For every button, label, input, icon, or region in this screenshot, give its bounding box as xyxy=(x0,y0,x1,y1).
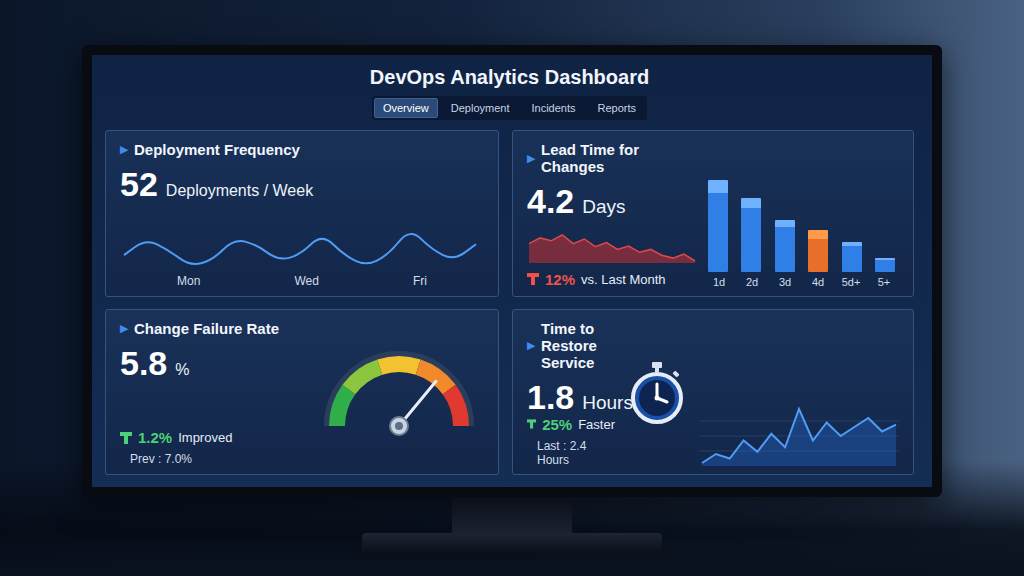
card-header: ▶ Change Failure Rate xyxy=(120,320,304,337)
trend-text: vs. Last Month xyxy=(581,272,666,287)
bar-chart: 1d 2d 3d 4d 5d+ 5+ xyxy=(704,180,899,288)
card-title: Lead Time for Changes xyxy=(541,141,694,175)
bar-label: 1d xyxy=(706,276,732,288)
stopwatch-icon xyxy=(625,360,689,426)
metric-unit: Hours xyxy=(582,392,633,414)
value-row: 52 Deployments / Week xyxy=(120,166,484,203)
metric-unit: Days xyxy=(582,196,625,218)
card-marker: ▶ xyxy=(527,152,535,165)
metric-value: 52 xyxy=(120,166,158,203)
card-title: Deployment Frequency xyxy=(134,141,300,158)
bar xyxy=(808,230,828,271)
tab[interactable]: Deployment xyxy=(442,98,519,118)
dashboard-title: DevOps Analytics Dashboard xyxy=(370,65,649,89)
bar xyxy=(775,220,795,272)
wave-chart xyxy=(120,224,480,270)
dashboard-header: DevOps Analytics Dashboard OverviewDeploy… xyxy=(105,65,914,120)
tab-bar: OverviewDeploymentIncidentsReports xyxy=(372,96,647,120)
card-marker: ▶ xyxy=(120,322,128,335)
card-title: Change Failure Rate xyxy=(134,320,279,337)
card-header: ▶ Deployment Frequency xyxy=(120,141,484,158)
axis-labels: Mon Wed Fri xyxy=(120,274,484,288)
trend-down-icon xyxy=(527,272,539,286)
last-note: Last : 2.4 Hours xyxy=(537,439,615,467)
dashboard-screen: DevOps Analytics DashboardOverviewDeploy… xyxy=(92,55,932,487)
trend-change: 25% xyxy=(542,416,572,433)
axis-label: Mon xyxy=(177,274,200,288)
metric-value: 1.8 xyxy=(527,379,574,416)
tab[interactable]: Overview xyxy=(374,98,438,118)
bar-label: 5d+ xyxy=(838,276,864,288)
bar-label: 4d xyxy=(805,276,831,288)
card-marker: ▶ xyxy=(120,143,128,156)
bar xyxy=(708,180,728,272)
trend-text: Improved xyxy=(178,430,232,445)
value-row: 1.8Hours xyxy=(527,379,615,416)
trend-row: 12% vs. Last Month xyxy=(527,271,694,288)
restore-line-chart xyxy=(699,406,899,466)
change-failure-card: ▶ Change Failure Rate 5.8% 1.2% Improved Prev… xyxy=(105,309,499,476)
restore-service-card: ▶Time to Restore Service1.8Hours25%Faste… xyxy=(512,309,914,476)
metric-unit: % xyxy=(175,361,189,379)
tab[interactable]: Reports xyxy=(589,98,646,118)
card-title: Time to Restore Service xyxy=(541,320,615,371)
card-header: ▶ Time to Restore Service xyxy=(527,320,615,371)
gauge-chart xyxy=(314,344,484,442)
trend-up-icon xyxy=(527,417,536,431)
monitor-stand xyxy=(362,497,662,555)
trend-row: 25% Faster xyxy=(527,416,615,433)
axis-label: Fri xyxy=(413,274,427,288)
bar-label: 3d xyxy=(772,276,798,288)
monitor: DevOps Analytics DashboardOverviewDeploy… xyxy=(82,45,942,497)
trend-change: 1.2% xyxy=(138,429,172,446)
bar xyxy=(842,242,862,271)
bar xyxy=(741,198,761,272)
bar-label: 2d xyxy=(739,276,765,288)
metric-value: 4.2 xyxy=(527,183,574,220)
sparkline-chart xyxy=(527,233,697,263)
bar-label: 5+ xyxy=(871,276,897,288)
stand-base xyxy=(362,533,662,555)
bar xyxy=(875,258,895,272)
metric-unit: Deployments / Week xyxy=(166,182,313,200)
office-scene: DevOps Analytics DashboardOverviewDeploy… xyxy=(0,0,1024,576)
axis-label: Wed xyxy=(294,274,318,288)
previous-note: Prev : 7.0% xyxy=(130,452,304,466)
trend-text: Faster xyxy=(578,417,615,432)
card-marker: ▶ xyxy=(527,339,535,352)
trend-up-icon xyxy=(120,431,132,445)
metric-value: 5.8 xyxy=(120,345,167,382)
metrics-grid: ▶ Deployment Frequency 52 Deployments / Wee… xyxy=(105,130,914,475)
card-header: ▶ Lead Time for Changes xyxy=(527,141,694,175)
value-row: 5.8% xyxy=(120,345,304,382)
stand-neck xyxy=(452,497,572,533)
deployment-frequency-card: ▶ Deployment Frequency 52 Deployments / Wee… xyxy=(105,130,499,297)
value-row: 4.2 Days xyxy=(527,183,694,220)
trend-change: 12% xyxy=(545,271,575,288)
trend-row: 1.2% Improved xyxy=(120,429,304,446)
tab[interactable]: Incidents xyxy=(522,98,584,118)
lead-time-card: ▶ Lead Time for Changes 4.2 Days 12% vs. Last… xyxy=(512,130,914,297)
